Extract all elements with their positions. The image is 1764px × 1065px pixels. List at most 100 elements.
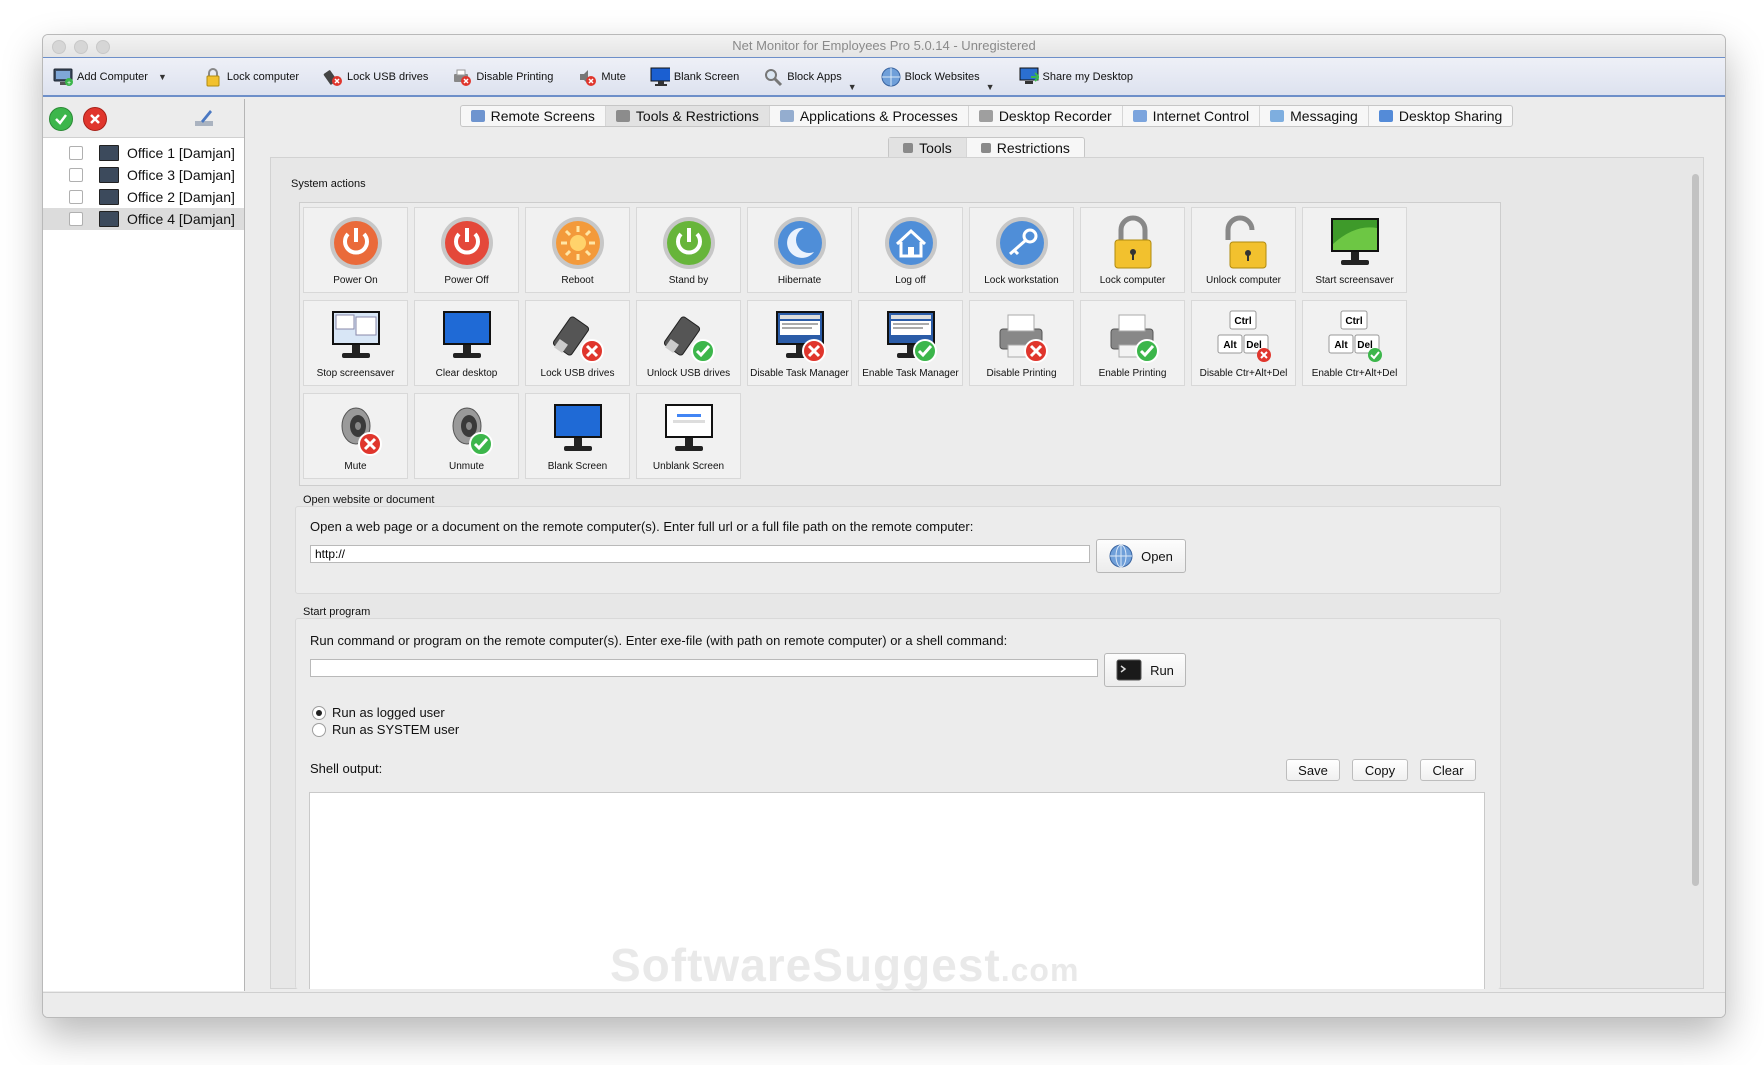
enable-printing-action[interactable]: Enable Printing [1080, 300, 1185, 386]
action-label: Lock computer [1099, 275, 1166, 286]
chevron-down-icon[interactable]: ▼ [848, 82, 857, 92]
power-on-action[interactable]: Power On [303, 207, 408, 293]
add-computer-button[interactable]: + Add Computer ▼ [53, 67, 167, 87]
tab-messaging[interactable]: Messaging [1260, 106, 1369, 126]
open-button[interactable]: Open [1096, 539, 1186, 573]
computer-checkbox[interactable] [69, 212, 83, 226]
command-input[interactable] [310, 659, 1098, 677]
power-off-action[interactable]: Power Off [414, 207, 519, 293]
computer-icon [99, 189, 119, 205]
chevron-down-icon[interactable]: ▼ [158, 72, 167, 82]
tab-desktop-recorder[interactable]: Desktop Recorder [969, 106, 1123, 126]
start-program-title: Start program [303, 606, 371, 618]
enable-task-manager-action[interactable]: Enable Task Manager [858, 300, 963, 386]
action-label: Power On [333, 275, 378, 286]
minimize-window-button[interactable] [74, 40, 88, 54]
action-label: Unmute [448, 461, 484, 472]
computer-list-item[interactable]: Office 1 [Damjan] [43, 142, 244, 164]
enable-ctr-alt-del-action[interactable]: Ctrl Alt Del Enable Ctr+Alt+Del [1302, 300, 1407, 386]
computer-checkbox[interactable] [69, 146, 83, 160]
blank-screen-action[interactable]: Blank Screen [525, 393, 630, 479]
toolbar-lock-usb-button[interactable]: Lock USB drives [323, 67, 428, 87]
unlock-computer-action[interactable]: Unlock computer [1191, 207, 1296, 293]
toolbar-share-desktop-button[interactable]: Share my Desktop [1019, 67, 1133, 87]
url-input[interactable] [310, 545, 1090, 563]
toolbar-blank-screen-button[interactable]: Blank Screen [650, 67, 739, 87]
run-button[interactable]: Run [1104, 653, 1186, 687]
computer-checkbox[interactable] [69, 168, 83, 182]
reboot-action[interactable]: Reboot [525, 207, 630, 293]
subtab-tools[interactable]: Tools [889, 138, 967, 158]
pencil-edit-icon [195, 110, 213, 126]
unmute-action[interactable]: Unmute [414, 393, 519, 479]
standby-icon [662, 217, 715, 269]
x-icon [90, 114, 100, 124]
uncheck-all-button[interactable] [83, 107, 107, 131]
computer-checkbox[interactable] [69, 190, 83, 204]
action-label: Hibernate [777, 275, 822, 286]
hibernate-action[interactable]: Hibernate [747, 207, 852, 293]
status-bar [43, 992, 1725, 1017]
tab-applications-processes[interactable]: Applications & Processes [770, 106, 969, 126]
usb-lock-icon [323, 67, 343, 87]
magnifier-icon [763, 67, 783, 87]
unblank-screen-action[interactable]: Unblank Screen [636, 393, 741, 479]
zoom-window-button[interactable] [96, 40, 110, 54]
vertical-scrollbar[interactable] [1692, 174, 1699, 886]
svg-text:Ctrl: Ctrl [1345, 316, 1362, 327]
computer-icon [99, 211, 119, 227]
run-as-logged-user-radio[interactable]: Run as logged user [312, 705, 445, 720]
tab-tools-restrictions[interactable]: Tools & Restrictions [605, 106, 770, 126]
stand-by-action[interactable]: Stand by [636, 207, 741, 293]
toolbar-lock-computer-button[interactable]: Lock computer [203, 67, 299, 87]
computer-label: Office 3 [Damjan] [127, 167, 235, 183]
action-label: Enable Ctr+Alt+Del [1311, 368, 1398, 379]
mute-action[interactable]: Mute [303, 393, 408, 479]
action-label: Clear desktop [435, 368, 498, 379]
subtab-restrictions[interactable]: Restrictions [967, 138, 1084, 158]
disable-ctr-alt-del-action[interactable]: Ctrl Alt Del Disable Ctr+Alt+Del [1191, 300, 1296, 386]
action-label: Stand by [668, 275, 709, 286]
run-as-system-user-radio[interactable]: Run as SYSTEM user [312, 722, 459, 737]
start-screensaver-action[interactable]: Start screensaver [1302, 207, 1407, 293]
toolbar-block-websites-button[interactable]: Block Websites ▼ [881, 67, 995, 92]
ctrl-alt-del-disable-icon: Ctrl Alt Del [1217, 310, 1271, 362]
stop-screensaver-action[interactable]: Stop screensaver [303, 300, 408, 386]
tab-desktop-sharing[interactable]: Desktop Sharing [1369, 106, 1513, 126]
globe-icon [1109, 544, 1133, 568]
log-off-action[interactable]: Log off [858, 207, 963, 293]
hibernate-moon-icon [773, 217, 826, 269]
copy-output-button[interactable]: Copy [1352, 759, 1408, 781]
computer-label: Office 1 [Damjan] [127, 145, 235, 161]
tab-remote-screens[interactable]: Remote Screens [461, 106, 606, 126]
tab-internet-control[interactable]: Internet Control [1123, 106, 1261, 126]
edit-list-button[interactable] [193, 107, 215, 129]
action-label: Enable Printing [1098, 368, 1167, 379]
reboot-icon [551, 217, 604, 269]
computer-icon [99, 167, 119, 183]
toolbar-mute-button[interactable]: Mute [577, 67, 626, 87]
disable-task-manager-action[interactable]: Disable Task Manager [747, 300, 852, 386]
computer-list-item[interactable]: Office 4 [Damjan] [43, 208, 244, 230]
sub-tab-bar: Tools Restrictions [888, 137, 1085, 159]
toolbar-block-apps-button[interactable]: Block Apps ▼ [763, 67, 857, 92]
clear-output-button[interactable]: Clear [1420, 759, 1476, 781]
toolbar-disable-printing-button[interactable]: Disable Printing [452, 67, 553, 87]
lock-workstation-action[interactable]: Lock workstation [969, 207, 1074, 293]
computer-list-item[interactable]: Office 3 [Damjan] [43, 164, 244, 186]
computer-list-item[interactable]: Office 2 [Damjan] [43, 186, 244, 208]
save-output-button[interactable]: Save [1286, 759, 1340, 781]
chevron-down-icon[interactable]: ▼ [986, 82, 995, 92]
close-window-button[interactable] [52, 40, 66, 54]
action-label: Disable Task Manager [750, 368, 849, 379]
action-label: Lock workstation [984, 275, 1059, 286]
check-all-button[interactable] [49, 107, 73, 131]
lock-usb-drives-action[interactable]: Lock USB drives [525, 300, 630, 386]
open-website-box: Open a web page or a document on the rem… [295, 506, 1501, 594]
lock-computer-action[interactable]: Lock computer [1080, 207, 1185, 293]
tab-icon [779, 110, 794, 122]
disable-printing-action[interactable]: Disable Printing [969, 300, 1074, 386]
unlock-usb-drives-action[interactable]: Unlock USB drives [636, 300, 741, 386]
clear-desktop-action[interactable]: Clear desktop [414, 300, 519, 386]
open-website-description: Open a web page or a document on the rem… [310, 519, 974, 534]
